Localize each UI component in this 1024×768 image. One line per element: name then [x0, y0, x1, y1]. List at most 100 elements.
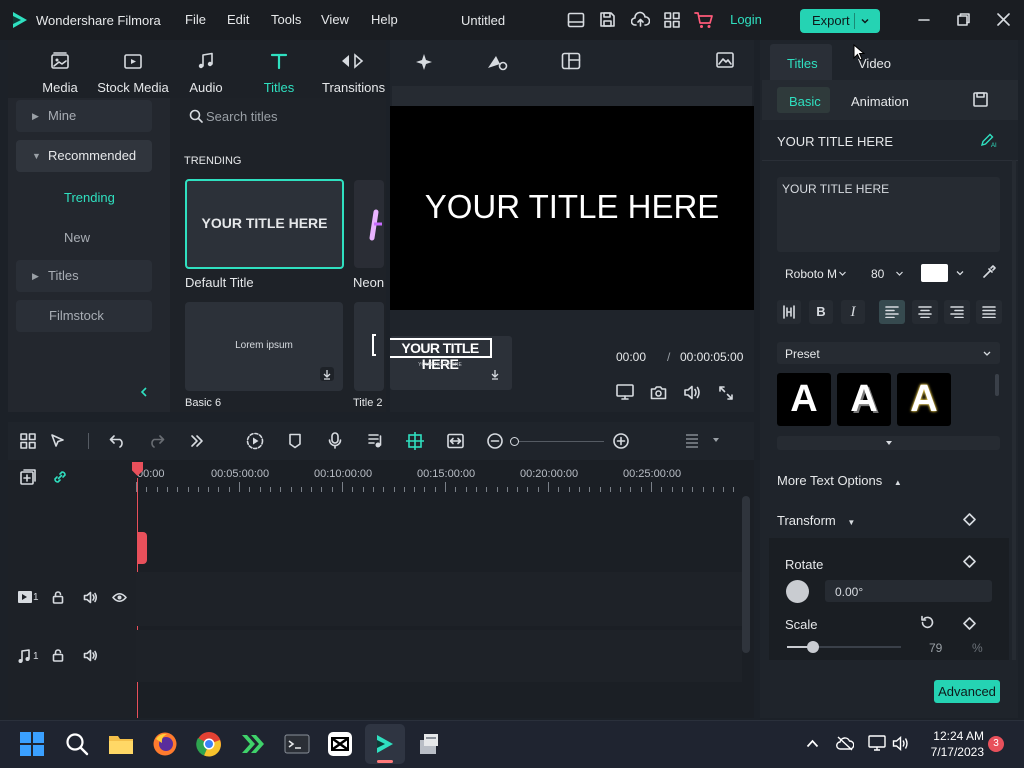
tab-media[interactable]: Media — [30, 50, 90, 95]
title-2-overlay[interactable]: YOUR TITLE HERE YOUR TEXT HERE — [390, 336, 512, 390]
clock-date[interactable]: 7/17/2023 — [920, 745, 984, 759]
volume-icon[interactable] — [83, 649, 98, 662]
sidebar-item-new[interactable]: New — [64, 230, 90, 245]
timeline-scrollbar[interactable] — [742, 496, 750, 653]
cloud-upload-icon[interactable] — [631, 11, 650, 28]
panel-scrollbar[interactable] — [1012, 160, 1016, 660]
sidebar-item-mine[interactable]: ▶ Mine — [16, 100, 152, 132]
save-preset-icon[interactable] — [973, 92, 988, 107]
rotate-dial[interactable] — [786, 580, 809, 603]
char-spacing-button[interactable] — [777, 300, 801, 324]
undo-icon[interactable] — [109, 434, 126, 448]
font-size-select[interactable]: 80 — [861, 262, 911, 284]
minimize-icon[interactable] — [918, 14, 930, 26]
keyframe-icon[interactable] — [963, 555, 976, 568]
snap-icon[interactable] — [406, 432, 424, 450]
tab-transitions[interactable]: Transitions — [322, 50, 385, 95]
playhead-cursor-tab[interactable] — [137, 532, 147, 564]
search-icon[interactable] — [65, 732, 93, 760]
marker-icon[interactable] — [288, 433, 302, 449]
zoom-in-icon[interactable] — [613, 433, 629, 449]
more-tools-icon[interactable] — [190, 434, 204, 448]
clock-time[interactable]: 12:24 AM — [924, 729, 984, 743]
add-track-icon[interactable] — [20, 469, 36, 485]
video-track[interactable] — [136, 572, 742, 626]
layout-switch-icon[interactable] — [20, 433, 36, 449]
title-thumbnail-neon[interactable] — [354, 180, 384, 268]
layout-icon[interactable] — [567, 12, 585, 28]
track-layout-icon[interactable] — [685, 433, 699, 451]
tab-titles[interactable]: Titles — [249, 50, 309, 95]
menu-view[interactable]: View — [321, 12, 349, 27]
menu-file[interactable]: File — [185, 12, 206, 27]
keyframe-icon[interactable] — [963, 617, 976, 630]
grid-icon[interactable] — [664, 12, 680, 28]
menu-help[interactable]: Help — [371, 12, 398, 27]
speaker-icon[interactable] — [892, 736, 910, 751]
preset-dropdown[interactable]: Preset — [777, 342, 1000, 364]
align-left-button[interactable] — [879, 300, 905, 324]
video-preview[interactable]: YOUR TITLE HERE — [390, 106, 754, 310]
network-icon[interactable] — [868, 735, 886, 751]
zoom-slider-track[interactable] — [514, 441, 604, 442]
stickers-icon[interactable] — [486, 52, 508, 72]
camera-icon[interactable] — [650, 385, 667, 400]
lock-icon[interactable] — [52, 591, 64, 604]
sidebar-item-titles[interactable]: ▶ Titles — [16, 260, 152, 292]
chevron-down-icon[interactable] — [712, 437, 720, 443]
advanced-button[interactable]: Advanced — [934, 680, 1000, 703]
align-right-button[interactable] — [944, 300, 970, 324]
search-input[interactable] — [206, 106, 376, 126]
title-thumbnail-default[interactable]: YOUR TITLE HERE — [185, 179, 344, 269]
subtab-animation[interactable]: Animation — [851, 94, 909, 109]
eye-icon[interactable] — [112, 592, 127, 603]
cloud-off-icon[interactable] — [836, 736, 854, 751]
audio-mixer-icon[interactable] — [367, 432, 383, 449]
menu-edit[interactable]: Edit — [227, 12, 249, 27]
lock-icon[interactable] — [52, 649, 64, 662]
volume-icon[interactable] — [83, 591, 98, 604]
sidebar-item-trending[interactable]: Trending — [64, 190, 115, 205]
fullscreen-icon[interactable] — [719, 386, 733, 400]
close-icon[interactable] — [997, 13, 1010, 26]
installer-icon[interactable] — [416, 732, 444, 760]
cart-icon[interactable] — [694, 11, 714, 29]
italic-button[interactable]: I — [841, 300, 865, 324]
restore-icon[interactable] — [957, 13, 970, 26]
text-color-swatch[interactable] — [921, 264, 948, 282]
scale-slider-handle[interactable] — [807, 641, 819, 653]
export-button[interactable]: Export — [800, 9, 880, 33]
keyframe-icon[interactable] — [963, 513, 976, 526]
eyedropper-icon[interactable] — [982, 265, 996, 279]
more-text-options[interactable]: More Text Options ▲ — [777, 473, 902, 488]
zoom-slider-handle[interactable] — [510, 437, 519, 446]
collapse-sidebar-icon[interactable] — [139, 386, 149, 398]
select-tool-icon[interactable] — [50, 433, 67, 449]
fit-timeline-icon[interactable] — [447, 433, 464, 449]
display-icon[interactable] — [616, 384, 634, 401]
sidebar-item-recommended[interactable]: ▼ Recommended — [16, 140, 152, 172]
windows-start-icon[interactable] — [20, 732, 48, 760]
media-app-icon[interactable] — [240, 733, 268, 761]
ai-edit-icon[interactable]: AI — [980, 132, 998, 148]
notification-badge[interactable]: 3 — [988, 736, 1004, 752]
expand-presets[interactable] — [777, 436, 1000, 450]
font-select[interactable]: Roboto M — [777, 262, 851, 284]
rotate-input[interactable]: 0.00° — [825, 580, 992, 602]
tab-stock-media[interactable]: Stock Media — [93, 50, 173, 95]
firefox-icon[interactable] — [152, 731, 180, 759]
preset-scrollbar[interactable] — [995, 374, 999, 396]
align-justify-button[interactable] — [976, 300, 1002, 324]
reset-icon[interactable] — [920, 615, 935, 630]
scale-value[interactable]: 79 — [929, 641, 942, 655]
login-button[interactable]: Login — [724, 10, 768, 30]
subtab-basic[interactable]: Basic — [777, 87, 830, 113]
terminal-icon[interactable] — [284, 732, 312, 760]
preset-style-shadow[interactable]: A — [837, 373, 891, 426]
title-thumbnail-basic-6[interactable]: Lorem ipsum — [185, 302, 343, 391]
filmora-taskbar-icon[interactable] — [372, 732, 400, 760]
chrome-icon[interactable] — [196, 731, 224, 759]
preview-quality-icon[interactable] — [716, 52, 734, 68]
menu-tools[interactable]: Tools — [271, 12, 301, 27]
capcut-icon[interactable] — [328, 732, 356, 760]
